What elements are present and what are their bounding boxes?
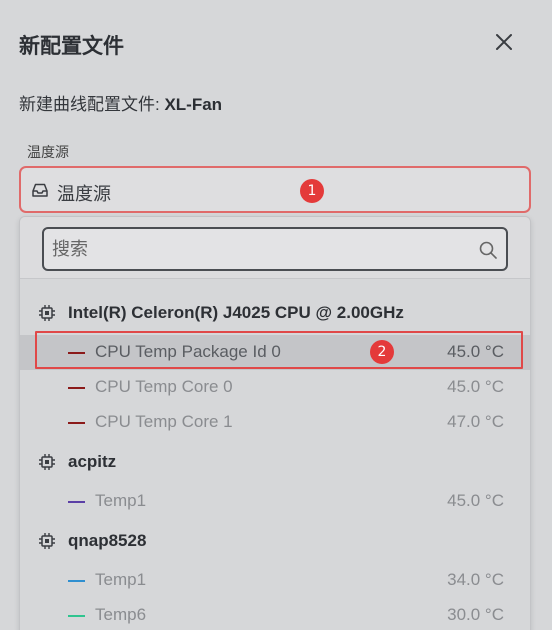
step-badge-1: 1 (300, 179, 324, 203)
sensor-name: CPU Temp Package Id 0 (95, 342, 281, 361)
sensor-value: 34.0 °C (447, 570, 504, 589)
sensor-value: 45.0 °C (447, 342, 504, 361)
sensor-name: Temp1 (95, 570, 147, 589)
sensor-value: 45.0 °C (447, 491, 504, 510)
chip-icon (39, 305, 55, 321)
sensor-name: CPU Temp Core 1 (95, 412, 233, 431)
sensor-value: 47.0 °C (447, 412, 504, 431)
temperature-source-dropdown: Intel(R) Celeron(R) J4025 CPU @ 2.00GHz … (19, 216, 531, 630)
sensor-name: CPU Temp Core 0 (95, 377, 233, 396)
group-header-intel-cpu: Intel(R) Celeron(R) J4025 CPU @ 2.00GHz (38, 301, 404, 325)
search-box[interactable] (42, 227, 508, 271)
close-icon (496, 34, 512, 50)
profile-name: XL-Fan (164, 95, 223, 114)
series-color-swatch (68, 352, 85, 354)
step-badge-2: 2 (370, 340, 394, 364)
temperature-source-label: 温度源 (27, 144, 69, 160)
series-color-swatch (68, 615, 85, 617)
series-color-swatch (68, 501, 85, 503)
subtitle-prefix: 新建曲线配置文件: (19, 95, 165, 114)
list-item[interactable]: Temp1 45.0 °C (20, 484, 530, 519)
sensor-value: 45.0 °C (447, 377, 504, 396)
dialog-subtitle: 新建曲线配置文件: XL-Fan (19, 90, 222, 115)
series-color-swatch (68, 422, 85, 424)
list-item[interactable]: Temp1 34.0 °C (20, 563, 530, 598)
chip-icon (39, 454, 55, 470)
series-color-swatch (68, 580, 85, 582)
search-icon (479, 241, 497, 259)
sensor-value: 30.0 °C (447, 605, 504, 624)
inbox-icon (32, 183, 48, 197)
dialog-title: 新配置文件 (19, 35, 124, 58)
list-item[interactable]: CPU Temp Package Id 0 45.0 °C (20, 335, 530, 370)
group-name: acpitz (68, 452, 117, 471)
temperature-source-select[interactable]: 温度源 (19, 166, 531, 213)
list-item[interactable]: Temp6 30.0 °C (20, 598, 530, 630)
search-area (20, 217, 530, 279)
select-value: 温度源 (57, 184, 111, 204)
group-header-acpitz: acpitz (38, 450, 116, 474)
new-profile-dialog: 新配置文件 新建曲线配置文件: XL-Fan 温度源 温度源 1 搜索 Inte… (0, 0, 552, 630)
group-name: qnap8528 (68, 531, 147, 550)
list-item[interactable]: CPU Temp Core 0 45.0 °C (20, 370, 530, 405)
group-header-qnap8528: qnap8528 (38, 529, 146, 553)
sensor-name: Temp6 (95, 605, 147, 624)
sensor-name: Temp1 (95, 491, 147, 510)
search-input[interactable] (52, 236, 452, 262)
close-button[interactable] (492, 30, 516, 54)
group-name: Intel(R) Celeron(R) J4025 CPU @ 2.00GHz (68, 303, 404, 322)
list-item[interactable]: CPU Temp Core 1 47.0 °C (20, 405, 530, 440)
chip-icon (39, 533, 55, 549)
series-color-swatch (68, 387, 85, 389)
